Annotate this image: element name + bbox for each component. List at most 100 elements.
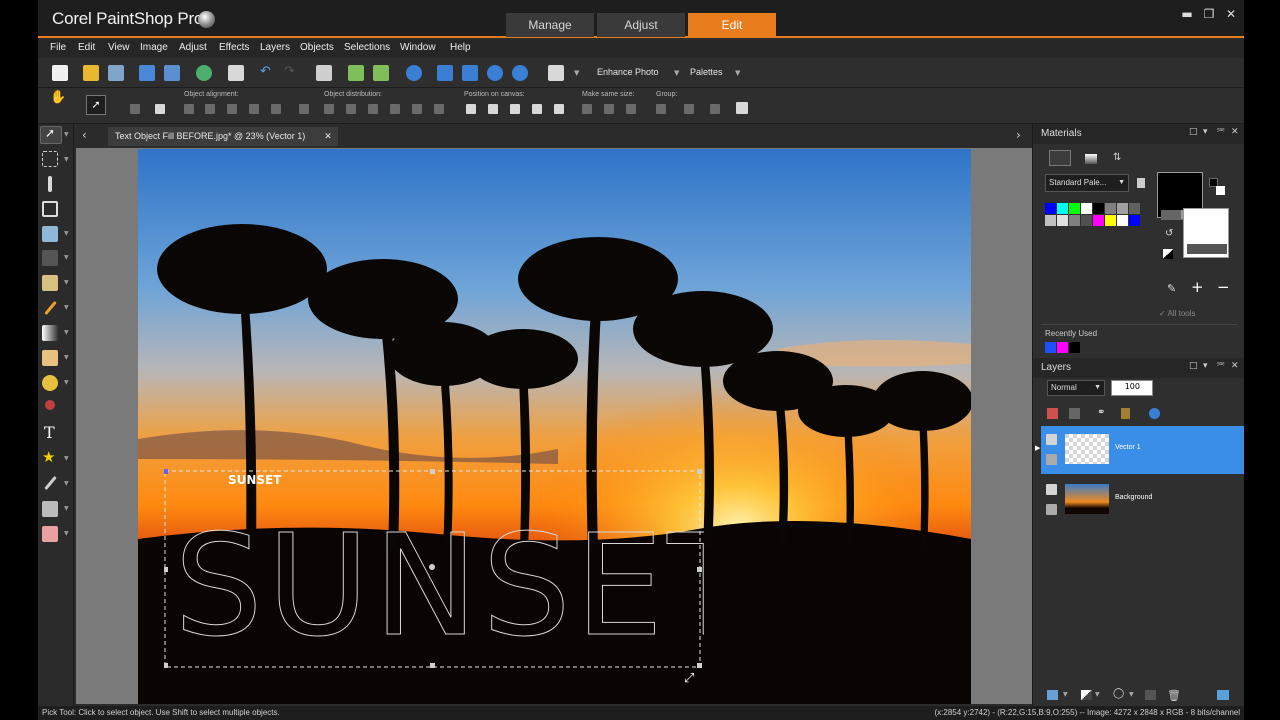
restore-icon[interactable]: ❐ xyxy=(1200,7,1218,21)
selection-handle-icon[interactable] xyxy=(164,469,168,474)
menu-adjust[interactable]: Adjust xyxy=(179,42,207,53)
color-swatch[interactable] xyxy=(1045,203,1056,214)
chevron-down-icon[interactable]: ▼ xyxy=(735,69,740,77)
save-icon[interactable] xyxy=(139,65,155,81)
color-swatch[interactable] xyxy=(1105,203,1116,214)
color-swatch[interactable] xyxy=(1129,215,1140,226)
menu-layers[interactable]: Layers xyxy=(260,42,290,53)
edit-points-icon[interactable] xyxy=(130,104,140,114)
menu-view[interactable]: View xyxy=(108,42,130,53)
chevron-down-icon[interactable]: ▼ xyxy=(64,230,69,237)
distribute-left-icon[interactable] xyxy=(390,104,400,114)
chevron-down-icon[interactable]: ▼ xyxy=(674,69,679,77)
distribute-hcenter-icon[interactable] xyxy=(412,104,422,114)
clone-tool-icon[interactable] xyxy=(42,275,58,291)
chevron-down-icon[interactable]: ▾ xyxy=(1203,361,1208,371)
sunset-palms-photo[interactable]: SUNSET SUNSET ⤢ xyxy=(138,149,971,704)
swatches-tab-icon[interactable] xyxy=(1049,150,1071,166)
menu-edit[interactable]: Edit xyxy=(78,42,95,53)
pin-icon[interactable]: ⎃ xyxy=(1217,127,1225,137)
zoom-out-icon[interactable] xyxy=(487,65,503,81)
duplicate-layer-icon[interactable] xyxy=(1145,690,1156,700)
all-tools-checkbox[interactable]: ✓ All tools xyxy=(1159,309,1196,318)
same-width-icon[interactable] xyxy=(582,104,592,114)
chevron-down-icon[interactable]: ▼ xyxy=(1129,691,1134,698)
chevron-down-icon[interactable]: ▼ xyxy=(64,455,69,462)
remove-swatch-icon[interactable]: − xyxy=(1217,278,1230,296)
recent-color-swatch[interactable] xyxy=(1069,342,1080,353)
pin-icon[interactable]: ⎃ xyxy=(1217,361,1225,371)
pick-tool-preset-icon[interactable]: ➚ xyxy=(86,95,106,115)
align-right-icon[interactable] xyxy=(249,104,259,114)
pen-tool-icon[interactable] xyxy=(44,475,57,491)
blend-mode-select[interactable]: Normal ▼ xyxy=(1047,380,1105,396)
menu-objects[interactable]: Objects xyxy=(300,42,334,53)
lock-icon[interactable] xyxy=(1121,408,1130,419)
flood-fill-icon[interactable] xyxy=(42,375,58,391)
hsl-tab-icon[interactable]: ⇅ xyxy=(1113,152,1121,163)
tab-manage[interactable]: Manage xyxy=(506,13,594,37)
color-swatch[interactable] xyxy=(1045,215,1056,226)
swap-colors-icon[interactable]: ↺ xyxy=(1165,228,1173,239)
crop-tool-icon[interactable] xyxy=(42,201,58,217)
document-tab[interactable]: Text Object Fill BEFORE.jpg* @ 23% (Vect… xyxy=(108,127,338,146)
text-tool-icon[interactable]: T xyxy=(44,423,55,442)
selection-handle-icon[interactable] xyxy=(697,469,702,474)
tab-adjust[interactable]: Adjust xyxy=(597,13,685,37)
selection-handle-icon[interactable] xyxy=(430,469,435,474)
color-swatch[interactable] xyxy=(1057,215,1068,226)
paste-icon[interactable] xyxy=(548,65,564,81)
tab-edit[interactable]: Edit xyxy=(688,13,776,37)
chevron-down-icon[interactable]: ▼ xyxy=(64,304,69,311)
chevron-down-icon[interactable]: ▼ xyxy=(64,480,69,487)
layer-settings-icon[interactable] xyxy=(1217,690,1229,700)
reset-colors-icon[interactable] xyxy=(1163,249,1173,259)
color-swatch[interactable] xyxy=(1117,203,1128,214)
maximize-icon[interactable]: □ xyxy=(1189,361,1198,371)
palette-select[interactable]: Standard Pale... ▼ xyxy=(1045,174,1129,192)
image-info-icon[interactable] xyxy=(437,65,453,81)
expand-arrow-icon[interactable]: ▶ xyxy=(1035,444,1040,452)
rainbow-tab-icon[interactable] xyxy=(1085,154,1097,164)
close-icon[interactable]: ✕ xyxy=(1222,7,1240,21)
mirror-icon[interactable] xyxy=(373,65,389,81)
zoom-in-icon[interactable] xyxy=(512,65,528,81)
apply-icon[interactable] xyxy=(736,102,748,114)
color-swatch[interactable] xyxy=(1093,203,1104,214)
scroll-right-icon[interactable]: › xyxy=(1016,128,1021,142)
rotation-pivot-icon[interactable] xyxy=(429,564,435,570)
group-icon[interactable] xyxy=(656,104,666,114)
maximize-icon[interactable]: □ xyxy=(1189,127,1198,137)
fit-canvas-icon[interactable] xyxy=(532,104,542,114)
gradient-tool-icon[interactable] xyxy=(42,325,58,341)
menu-selections[interactable]: Selections xyxy=(344,42,390,53)
chevron-down-icon[interactable]: ▼ xyxy=(1063,691,1068,698)
color-swatch[interactable] xyxy=(1069,203,1080,214)
color-swatch[interactable] xyxy=(1129,203,1140,214)
sunset-text-outline[interactable]: SUNSET xyxy=(174,505,705,669)
chevron-down-icon[interactable]: ▼ xyxy=(64,379,69,386)
eyedropper-icon[interactable]: ✎ xyxy=(1167,282,1176,295)
selection-handle-icon[interactable] xyxy=(430,663,435,668)
new-file-icon[interactable] xyxy=(52,65,68,81)
color-swatch[interactable] xyxy=(1117,215,1128,226)
layer-properties-icon[interactable] xyxy=(1149,408,1160,419)
dropper-tool-icon[interactable] xyxy=(48,176,52,192)
preset-shape-icon[interactable]: ★ xyxy=(42,448,55,466)
flip-icon[interactable] xyxy=(348,65,364,81)
chevron-down-icon[interactable]: ▼ xyxy=(64,254,69,261)
link-icon[interactable]: ⚭ xyxy=(1097,407,1105,418)
visibility-eye-icon[interactable] xyxy=(1046,504,1057,515)
center-horizontal-icon[interactable] xyxy=(488,104,498,114)
palettes-button[interactable]: Palettes xyxy=(690,67,723,77)
convert-to-path-icon[interactable] xyxy=(155,104,165,114)
color-swatch[interactable] xyxy=(1105,215,1116,226)
distribute-bottom-icon[interactable] xyxy=(368,104,378,114)
new-adjustment-layer-icon[interactable] xyxy=(1081,690,1092,700)
selection-handle-icon[interactable] xyxy=(697,567,702,572)
menu-window[interactable]: Window xyxy=(400,42,436,53)
crop-icon[interactable] xyxy=(316,65,332,81)
chevron-down-icon[interactable]: ▼ xyxy=(64,131,69,138)
minimize-icon[interactable]: ▬ xyxy=(1178,7,1196,21)
selection-handle-icon[interactable] xyxy=(697,663,702,668)
